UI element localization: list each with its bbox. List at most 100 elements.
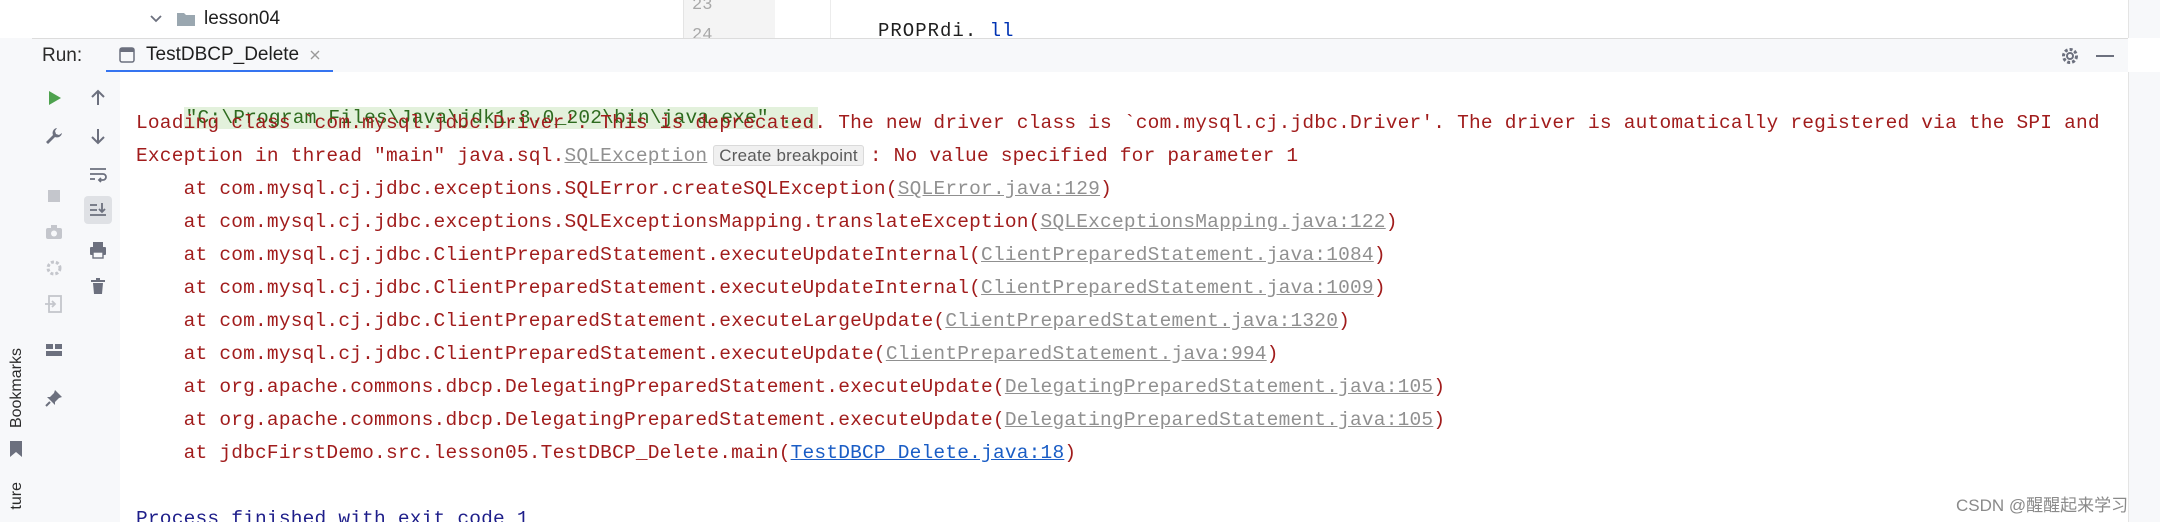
- arrow-down-icon: [91, 129, 105, 145]
- exit-button[interactable]: [40, 290, 68, 318]
- run-toolbar-secondary: [76, 72, 121, 522]
- editor-top-strip: lesson04 23 24 PROPRdi. ll: [0, 0, 2160, 38]
- layout-button[interactable]: [40, 336, 68, 364]
- right-tool-stripe-lower: [2128, 72, 2160, 522]
- stack-method: at com.mysql.cj.jdbc.ClientPreparedState…: [136, 277, 982, 299]
- pin-icon: [45, 390, 62, 407]
- stack-frame: at com.mysql.cj.jdbc.ClientPreparedState…: [136, 241, 1386, 269]
- print-icon: [90, 242, 106, 259]
- exit-icon: [45, 295, 62, 313]
- line-number: 24: [692, 26, 713, 38]
- stack-close-paren: ): [1064, 442, 1077, 464]
- code-keyword: ll: [989, 20, 1015, 38]
- soft-wrap-button[interactable]: [84, 160, 112, 188]
- run-tab-testdbcp-delete[interactable]: TestDBCP_Delete: [106, 39, 334, 73]
- create-breakpoint-button[interactable]: Create breakpoint: [713, 145, 864, 166]
- stack-source-link[interactable]: ClientPreparedStatement.java:1084: [981, 244, 1374, 266]
- run-tool-window-header: Run: TestDBCP_Delete: [32, 38, 2128, 74]
- stack-source-link[interactable]: TestDBCP_Delete.java:18: [791, 442, 1065, 464]
- edit-configuration-button[interactable]: [40, 122, 68, 150]
- watermark: CSDN @醒醒起来学习: [1956, 496, 2129, 515]
- gear-icon[interactable]: [2060, 46, 2080, 66]
- stack-close-paren: ): [1266, 343, 1279, 365]
- exception-class-link[interactable]: SQLException: [564, 145, 707, 167]
- left-tool-stripe: Bookmarks ture: [0, 38, 33, 522]
- stack-method: at com.mysql.cj.jdbc.ClientPreparedState…: [136, 310, 946, 332]
- console-line-command: "C:\Program Files\Java\jdk1.8.0_202\bin\…: [136, 76, 819, 129]
- structure-tool-button[interactable]: ture: [8, 482, 26, 510]
- stack-frame: at com.mysql.cj.jdbc.ClientPreparedState…: [136, 340, 1279, 368]
- run-label: Run:: [42, 45, 83, 66]
- down-stack-trace-button[interactable]: [84, 122, 112, 150]
- run-tab-label: TestDBCP_Delete: [146, 43, 300, 65]
- stack-frame: at com.mysql.cj.jdbc.ClientPreparedState…: [136, 307, 1350, 335]
- rerun-button[interactable]: [40, 84, 68, 112]
- bookmarks-tool-button[interactable]: Bookmarks: [8, 348, 26, 428]
- stack-source-link[interactable]: ClientPreparedStatement.java:1320: [945, 310, 1338, 332]
- stack-method: at org.apache.commons.dbcp.DelegatingPre…: [136, 409, 1005, 431]
- stack-method: at com.mysql.cj.jdbc.ClientPreparedState…: [136, 244, 982, 266]
- right-tool-stripe: [2128, 0, 2160, 38]
- folder-icon: [177, 13, 195, 26]
- stack-source-link[interactable]: SQLExceptionsMapping.java:122: [1041, 211, 1386, 233]
- debug-settings-button[interactable]: [40, 254, 68, 282]
- console-line-exception: Exception in thread "main" java.sql.SQLE…: [136, 142, 1298, 170]
- code-text: PROPRdi.: [878, 20, 978, 38]
- stack-close-paren: ): [1338, 310, 1351, 332]
- screenshot-button[interactable]: [40, 218, 68, 246]
- stack-source-link[interactable]: DelegatingPreparedStatement.java:105: [1005, 409, 1433, 431]
- stack-source-link[interactable]: ClientPreparedStatement.java:994: [886, 343, 1267, 365]
- stack-method: at com.mysql.cj.jdbc.ClientPreparedState…: [136, 343, 886, 365]
- chevron-down-icon[interactable]: [148, 11, 164, 27]
- stack-frame-user-code: at jdbcFirstDemo.src.lesson05.TestDBCP_D…: [136, 439, 1076, 467]
- wrench-icon: [46, 128, 62, 144]
- stack-close-paren: ): [1373, 244, 1386, 266]
- stack-method: at org.apache.commons.dbcp.DelegatingPre…: [136, 376, 1005, 398]
- trash-icon: [91, 278, 105, 294]
- run-config-icon: [119, 46, 135, 63]
- stack-close-paren: ): [1433, 409, 1446, 431]
- project-tree-item-lesson04[interactable]: lesson04: [148, 4, 280, 34]
- run-toolbar-primary: [32, 72, 77, 522]
- stack-close-paren: ): [1433, 376, 1446, 398]
- stack-method: at jdbcFirstDemo.src.lesson05.TestDBCP_D…: [136, 442, 791, 464]
- stack-source-link[interactable]: SQLError.java:129: [898, 178, 1100, 200]
- stop-icon: [48, 190, 60, 202]
- bookmark-icon[interactable]: [9, 440, 23, 458]
- stack-frame: at com.mysql.cj.jdbc.ClientPreparedState…: [136, 274, 1386, 302]
- stack-frame: at org.apache.commons.dbcp.DelegatingPre…: [136, 373, 1445, 401]
- stack-source-link[interactable]: DelegatingPreparedStatement.java:105: [1005, 376, 1433, 398]
- pin-tab-button[interactable]: [40, 384, 68, 412]
- soft-wrap-icon: [90, 168, 107, 183]
- exception-message: : No value specified for parameter 1: [869, 145, 1299, 167]
- arrow-up-icon: [91, 89, 105, 105]
- code-line-fragment: PROPRdi. ll: [878, 20, 1014, 38]
- bug-gear-icon: [46, 260, 62, 276]
- scroll-to-end-icon: [90, 203, 106, 216]
- line-number: 23: [692, 0, 713, 15]
- stack-source-link[interactable]: ClientPreparedStatement.java:1009: [981, 277, 1374, 299]
- console-output[interactable]: "C:\Program Files\Java\jdk1.8.0_202\bin\…: [120, 72, 2128, 522]
- stack-close-paren: ): [1385, 211, 1398, 233]
- camera-icon: [46, 225, 62, 239]
- close-icon[interactable]: [309, 49, 321, 61]
- stack-close-paren: ): [1373, 277, 1386, 299]
- stack-method: at com.mysql.cj.jdbc.exceptions.SQLExcep…: [136, 211, 1041, 233]
- minimize-icon[interactable]: [2096, 55, 2114, 57]
- clear-all-button[interactable]: [84, 272, 112, 300]
- console-line-exit: Process finished with exit code 1: [136, 508, 529, 522]
- print-button[interactable]: [84, 236, 112, 264]
- stack-frame: at com.mysql.cj.jdbc.exceptions.SQLExcep…: [136, 208, 1398, 236]
- stop-button[interactable]: [40, 182, 68, 210]
- play-icon: [49, 91, 61, 105]
- console-line-warning: Loading class `com.mysql.jdbc.Driver'. T…: [136, 112, 2100, 134]
- editor-fold-gutter: [775, 0, 831, 38]
- scroll-to-end-button[interactable]: [84, 196, 112, 224]
- tree-item-label: lesson04: [204, 8, 281, 29]
- stack-frame: at org.apache.commons.dbcp.DelegatingPre…: [136, 406, 1445, 434]
- stack-close-paren: ): [1100, 178, 1112, 200]
- layout-icon: [46, 344, 62, 356]
- up-stack-trace-button[interactable]: [84, 84, 112, 112]
- stack-method: at com.mysql.cj.jdbc.exceptions.SQLError…: [136, 178, 898, 200]
- exception-prefix: Exception in thread "main" java.sql.: [136, 145, 565, 167]
